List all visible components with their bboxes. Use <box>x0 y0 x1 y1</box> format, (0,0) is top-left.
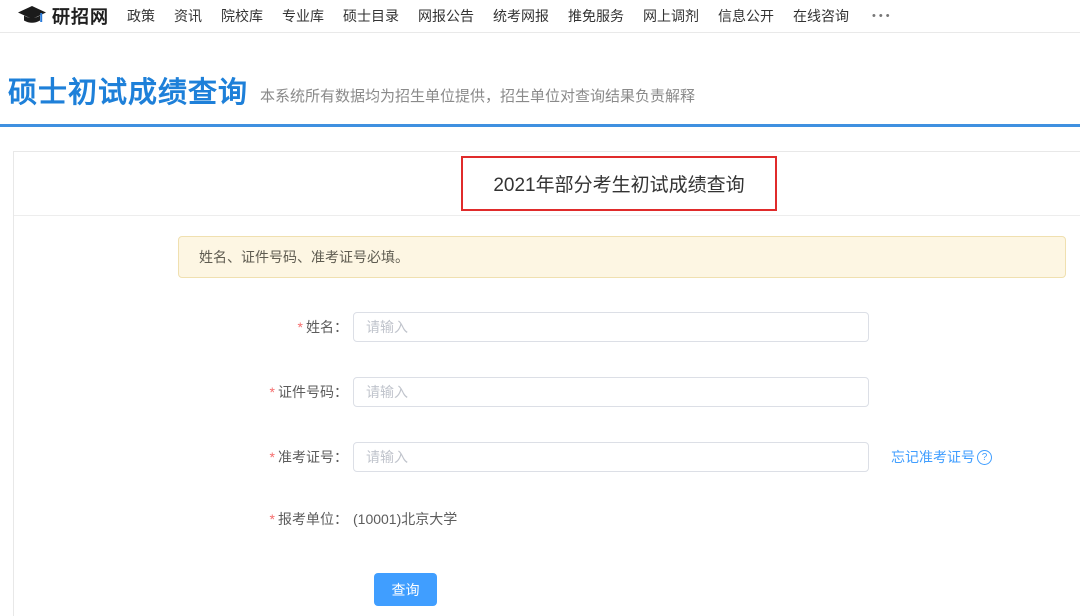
name-label: *姓名： <box>14 317 348 337</box>
query-form: *姓名： *证件号码： *准考证号： 忘记准考证号? <box>14 312 1080 606</box>
nav-item-college-db[interactable]: 院校库 <box>221 6 263 26</box>
submit-row: 查询 <box>14 573 1080 606</box>
target-unit-row: *报考单位： (10001)北京大学 <box>14 509 1080 529</box>
nav-menu: 政策 资讯 院校库 专业库 硕士目录 网报公告 统考网报 推免服务 网上调剂 信… <box>127 6 893 26</box>
question-circle-icon: ? <box>977 450 992 465</box>
nav-item-news[interactable]: 资讯 <box>174 6 202 26</box>
ticket-number-label: *准考证号： <box>14 447 348 467</box>
card-header: 2021年部分考生初试成绩查询 <box>14 152 1080 216</box>
page-title: 硕士初试成绩查询 <box>8 69 248 111</box>
page-header: 硕士初试成绩查询 本系统所有数据均为招生单位提供，招生单位对查询结果负责解释 <box>0 33 1080 111</box>
highlight-annotation-box: 2021年部分考生初试成绩查询 <box>461 156 776 211</box>
forgot-ticket-link[interactable]: 忘记准考证号? <box>891 447 992 467</box>
name-row: *姓名： <box>14 312 1080 342</box>
ticket-number-row: *准考证号： 忘记准考证号? <box>14 442 1080 472</box>
page-subtitle: 本系统所有数据均为招生单位提供，招生单位对查询结果负责解释 <box>260 85 695 111</box>
more-menu-icon[interactable]: ••• <box>872 10 893 22</box>
graduation-cap-icon <box>17 5 52 27</box>
nav-item-online-adjustment[interactable]: 网上调剂 <box>643 6 699 26</box>
nav-item-info-disclosure[interactable]: 信息公开 <box>718 6 774 26</box>
target-unit-value: (10001)北京大学 <box>353 509 457 529</box>
card-title: 2021年部分考生初试成绩查询 <box>493 175 744 196</box>
nav-item-policy[interactable]: 政策 <box>127 6 155 26</box>
nav-item-online-announcement[interactable]: 网报公告 <box>418 6 474 26</box>
required-asterisk: * <box>270 384 275 400</box>
id-number-input[interactable] <box>353 377 869 407</box>
required-asterisk: * <box>270 511 275 527</box>
top-nav: 研招网 政策 资讯 院校库 专业库 硕士目录 网报公告 统考网报 推免服务 网上… <box>0 0 1080 33</box>
required-fields-notice: 姓名、证件号码、准考证号必填。 <box>178 236 1066 278</box>
query-card: 2021年部分考生初试成绩查询 姓名、证件号码、准考证号必填。 *姓名： *证件… <box>13 151 1080 616</box>
id-number-label: *证件号码： <box>14 382 348 402</box>
blue-divider <box>0 124 1080 127</box>
nav-item-exemption-service[interactable]: 推免服务 <box>568 6 624 26</box>
nav-item-major-db[interactable]: 专业库 <box>282 6 324 26</box>
ticket-number-input[interactable] <box>353 442 869 472</box>
nav-item-online-consult[interactable]: 在线咨询 <box>793 6 849 26</box>
query-button[interactable]: 查询 <box>374 573 437 606</box>
target-unit-label: *报考单位： <box>14 509 348 529</box>
required-asterisk: * <box>298 319 303 335</box>
id-number-row: *证件号码： <box>14 377 1080 407</box>
nav-item-unified-exam-reg[interactable]: 统考网报 <box>493 6 549 26</box>
required-asterisk: * <box>270 449 275 465</box>
site-name: 研招网 <box>52 3 109 29</box>
site-logo[interactable]: 研招网 <box>17 3 109 29</box>
nav-item-master-catalog[interactable]: 硕士目录 <box>343 6 399 26</box>
page: 研招网 政策 资讯 院校库 专业库 硕士目录 网报公告 统考网报 推免服务 网上… <box>0 0 1080 616</box>
name-input[interactable] <box>353 312 869 342</box>
